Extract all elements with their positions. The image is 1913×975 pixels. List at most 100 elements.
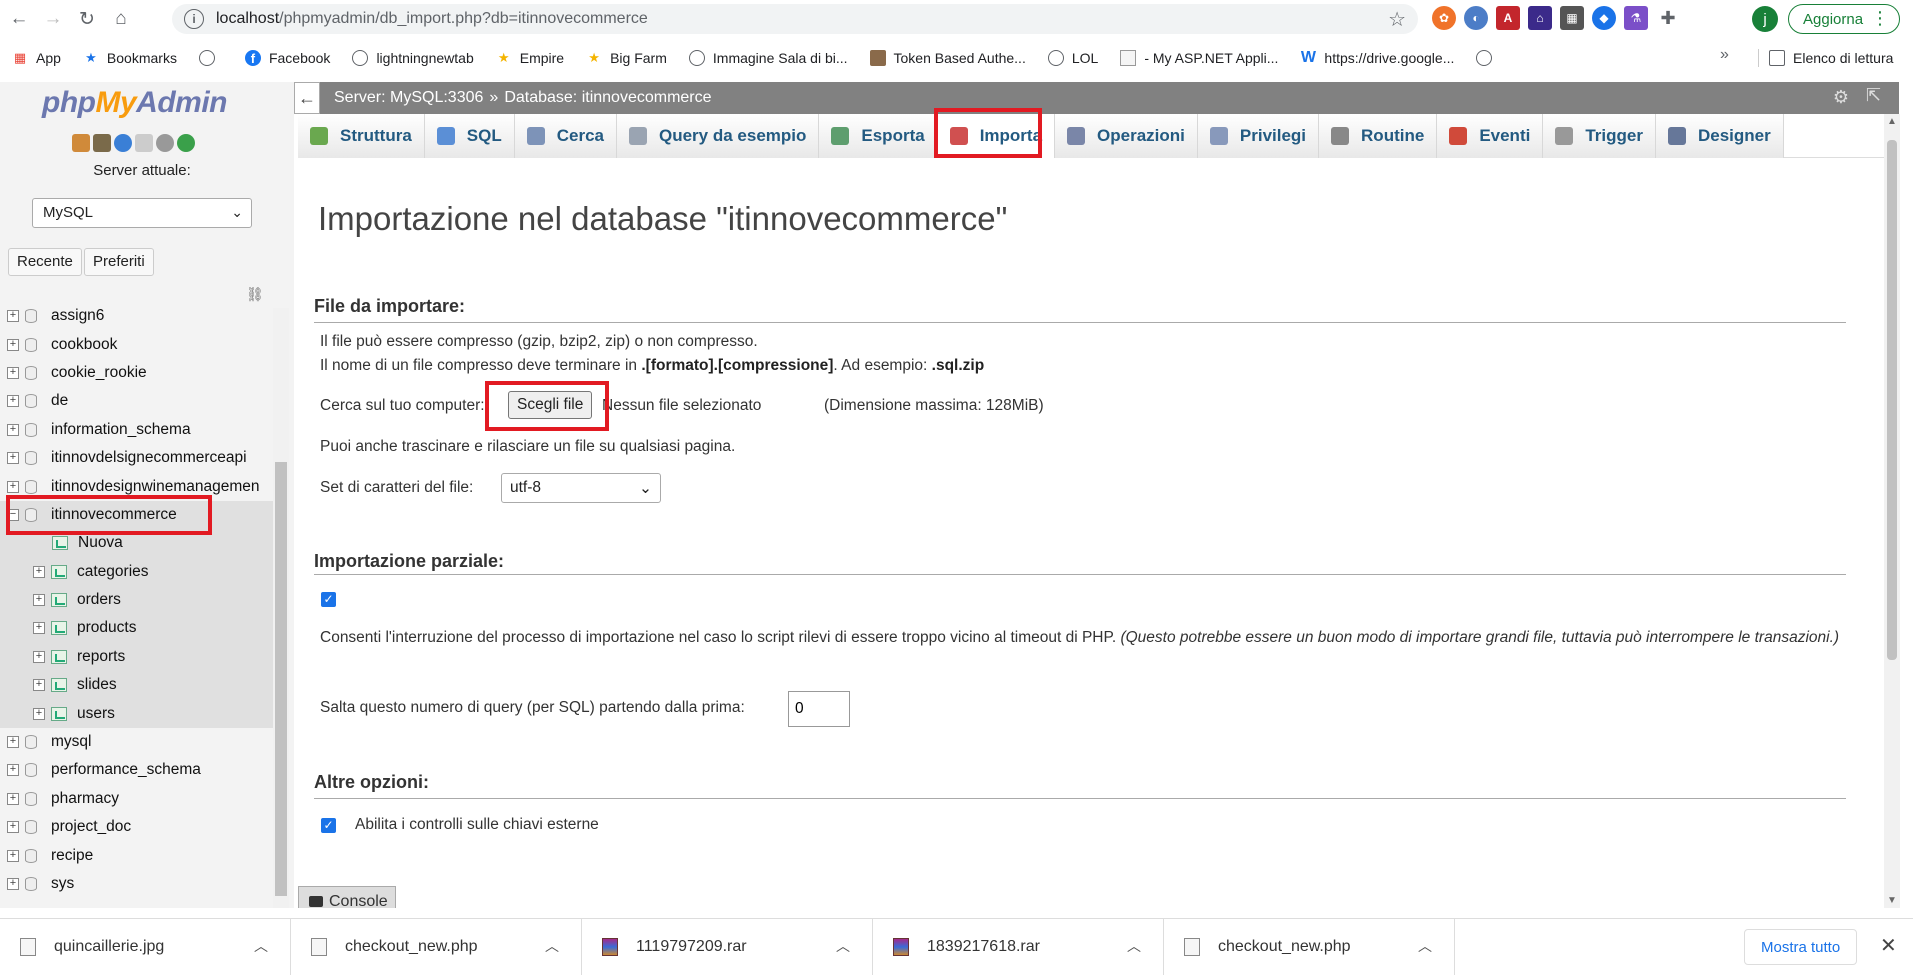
expand-icon[interactable]: + [7,792,19,805]
tree-table-categories[interactable]: + categories [0,557,278,586]
scroll-down-icon[interactable]: ▼ [1887,895,1897,906]
tab-importa[interactable]: Importa [933,108,1056,158]
gear-icon[interactable]: ⚙ [1833,87,1849,108]
bookmark-star-icon[interactable]: ☆ [1388,7,1406,32]
expand-icon[interactable]: + [7,849,19,862]
tree-db-project-doc[interactable]: + project_doc [0,813,278,841]
tree-db-de[interactable]: + de [0,387,278,415]
back-arrow-icon[interactable]: ← [4,4,34,34]
tree-db-cookbook[interactable]: + cookbook [0,330,278,358]
tree-table-reports[interactable]: + reports [0,642,278,672]
sidebar-scrollbar[interactable] [273,308,289,908]
chevron-up-icon[interactable]: ︿ [254,936,268,956]
tab-privilegi[interactable]: Privilegi [1197,114,1320,158]
tree-table-slides[interactable]: + slides [0,671,278,700]
chevron-up-icon[interactable]: ︿ [1127,936,1141,956]
docs-icon[interactable] [135,134,153,152]
expand-icon[interactable]: + [7,395,19,408]
chevron-up-icon[interactable]: ︿ [1418,936,1432,956]
bookmark-empire[interactable]: ★ Empire [496,50,564,66]
expand-icon[interactable]: + [7,764,19,777]
tree-db-itinnovdelsignecommerceapi[interactable]: + itinnovdelsignecommerceapi [0,444,278,472]
phpmyadmin-logo[interactable]: phpMyAdmin [42,86,227,120]
expand-icon[interactable]: + [33,565,45,578]
foreign-key-checkbox[interactable]: ✓ [321,818,336,833]
console-tab[interactable]: Console [298,886,396,908]
expand-icon[interactable]: + [7,366,19,379]
expand-icon[interactable]: + [33,679,45,692]
tree-db-assign6[interactable]: + assign6 [0,302,278,330]
home-icon[interactable]: ⌂ [106,4,136,34]
extension-grid-icon[interactable]: ▦ [1560,6,1584,30]
expand-icon[interactable]: + [33,594,45,607]
tab-trigger[interactable]: Trigger [1543,114,1656,158]
download-item[interactable]: 1839217618.rar ︿ [873,918,1164,975]
bookmark-lol[interactable]: LOL [1047,50,1098,66]
tab-operazioni[interactable]: Operazioni [1055,114,1198,158]
angular-icon[interactable]: A [1496,6,1520,30]
tree-table-users[interactable]: + users [0,699,278,728]
tab-esporta[interactable]: Esporta [819,114,938,158]
reload-icon[interactable]: ↻ [72,4,102,34]
extension-badge-icon[interactable]: ⌂ [1528,6,1552,30]
collapse-nav-icon[interactable]: ← [294,82,320,114]
chevron-up-icon[interactable]: ︿ [836,936,850,956]
menu-dots-icon[interactable]: ⋮ [1871,8,1889,29]
extension-flask-icon[interactable]: ⚗ [1624,6,1648,30]
address-bar[interactable]: i localhost/phpmyadmin/db_import.php?db=… [172,4,1418,34]
tree-db-information-schema[interactable]: + information_schema [0,416,278,444]
tab-routine[interactable]: Routine [1319,114,1438,158]
tree-table-products[interactable]: + products [0,614,278,643]
sidebar-scroll-thumb[interactable] [275,462,287,896]
tree-db-cookie-rookie[interactable]: + cookie_rookie [0,359,278,387]
expand-icon[interactable]: + [7,423,19,436]
tree-db-mysql[interactable]: + mysql [0,728,278,756]
tree-db-performance-schema[interactable]: + performance_schema [0,756,278,784]
download-item[interactable]: quincaillerie.jpg ︿ [0,918,291,975]
expand-icon[interactable]: + [33,650,45,663]
tab-struttura[interactable]: Struttura [298,114,425,158]
show-all-downloads-button[interactable]: Mostra tutto [1744,929,1858,965]
bookmark-app[interactable]: ▦ App [12,50,61,66]
bookmark-drive[interactable]: Whttps://drive.google... [1300,49,1455,66]
expand-icon[interactable]: + [7,736,19,749]
forward-arrow-icon[interactable]: → [38,4,68,34]
bookmark-immagine[interactable]: Immagine Sala di bi... [688,50,848,66]
reload-icon[interactable] [177,134,195,152]
tree-db-sys[interactable]: + sys [0,870,278,898]
tree-table-orders[interactable]: + orders [0,585,278,615]
tree-db-pharmacy[interactable]: + pharmacy [0,785,278,813]
tab-query-da-esempio[interactable]: Query da esempio [617,114,820,158]
chevron-up-icon[interactable]: ︿ [545,936,559,956]
tab-sql[interactable]: SQL [424,114,515,158]
expand-icon[interactable]: + [7,452,19,465]
extension-shield-icon[interactable]: ◆ [1592,6,1616,30]
bookmark-facebook[interactable]: f Facebook [244,50,330,66]
expand-icon[interactable]: + [7,338,19,351]
bookmark-bookmarks[interactable]: ★ Bookmarks [83,50,177,66]
download-item[interactable]: checkout_new.php ︿ [1164,918,1455,975]
extension-orange-icon[interactable]: ✿ [1432,6,1456,30]
skip-queries-input[interactable] [788,691,850,727]
expand-icon[interactable]: + [7,480,19,493]
puzzle-icon[interactable]: ✚ [1656,6,1680,30]
tab-eventi[interactable]: Eventi [1437,114,1544,158]
close-icon[interactable]: ✕ [1880,933,1897,958]
expand-icon[interactable]: + [7,310,19,323]
bookmark-globe[interactable] [198,50,223,66]
link-icon[interactable]: ⛓ [246,286,264,303]
update-button[interactable]: Aggiorna ⋮ [1788,4,1901,34]
expand-icon[interactable]: + [33,622,45,635]
url-text[interactable]: localhost/phpmyadmin/db_import.php?db=it… [216,10,648,28]
charset-select[interactable]: utf-8 ⌄ [501,473,661,503]
bookmark-lightningnewtab[interactable]: lightningnewtab [352,50,474,66]
settings-icon[interactable] [156,134,174,152]
reading-list[interactable]: Elenco di lettura [1758,42,1893,74]
expand-icon[interactable]: + [7,878,19,890]
scroll-up-icon[interactable]: ▲ [1887,116,1897,127]
server-select[interactable]: MySQL ⌄ [32,198,252,228]
tree-db-recipe[interactable]: + recipe [0,841,278,869]
expand-icon[interactable]: + [7,821,19,834]
tab-cerca[interactable]: Cerca [514,114,617,158]
main-scrollbar[interactable]: ▲ ▼ [1884,114,1900,908]
